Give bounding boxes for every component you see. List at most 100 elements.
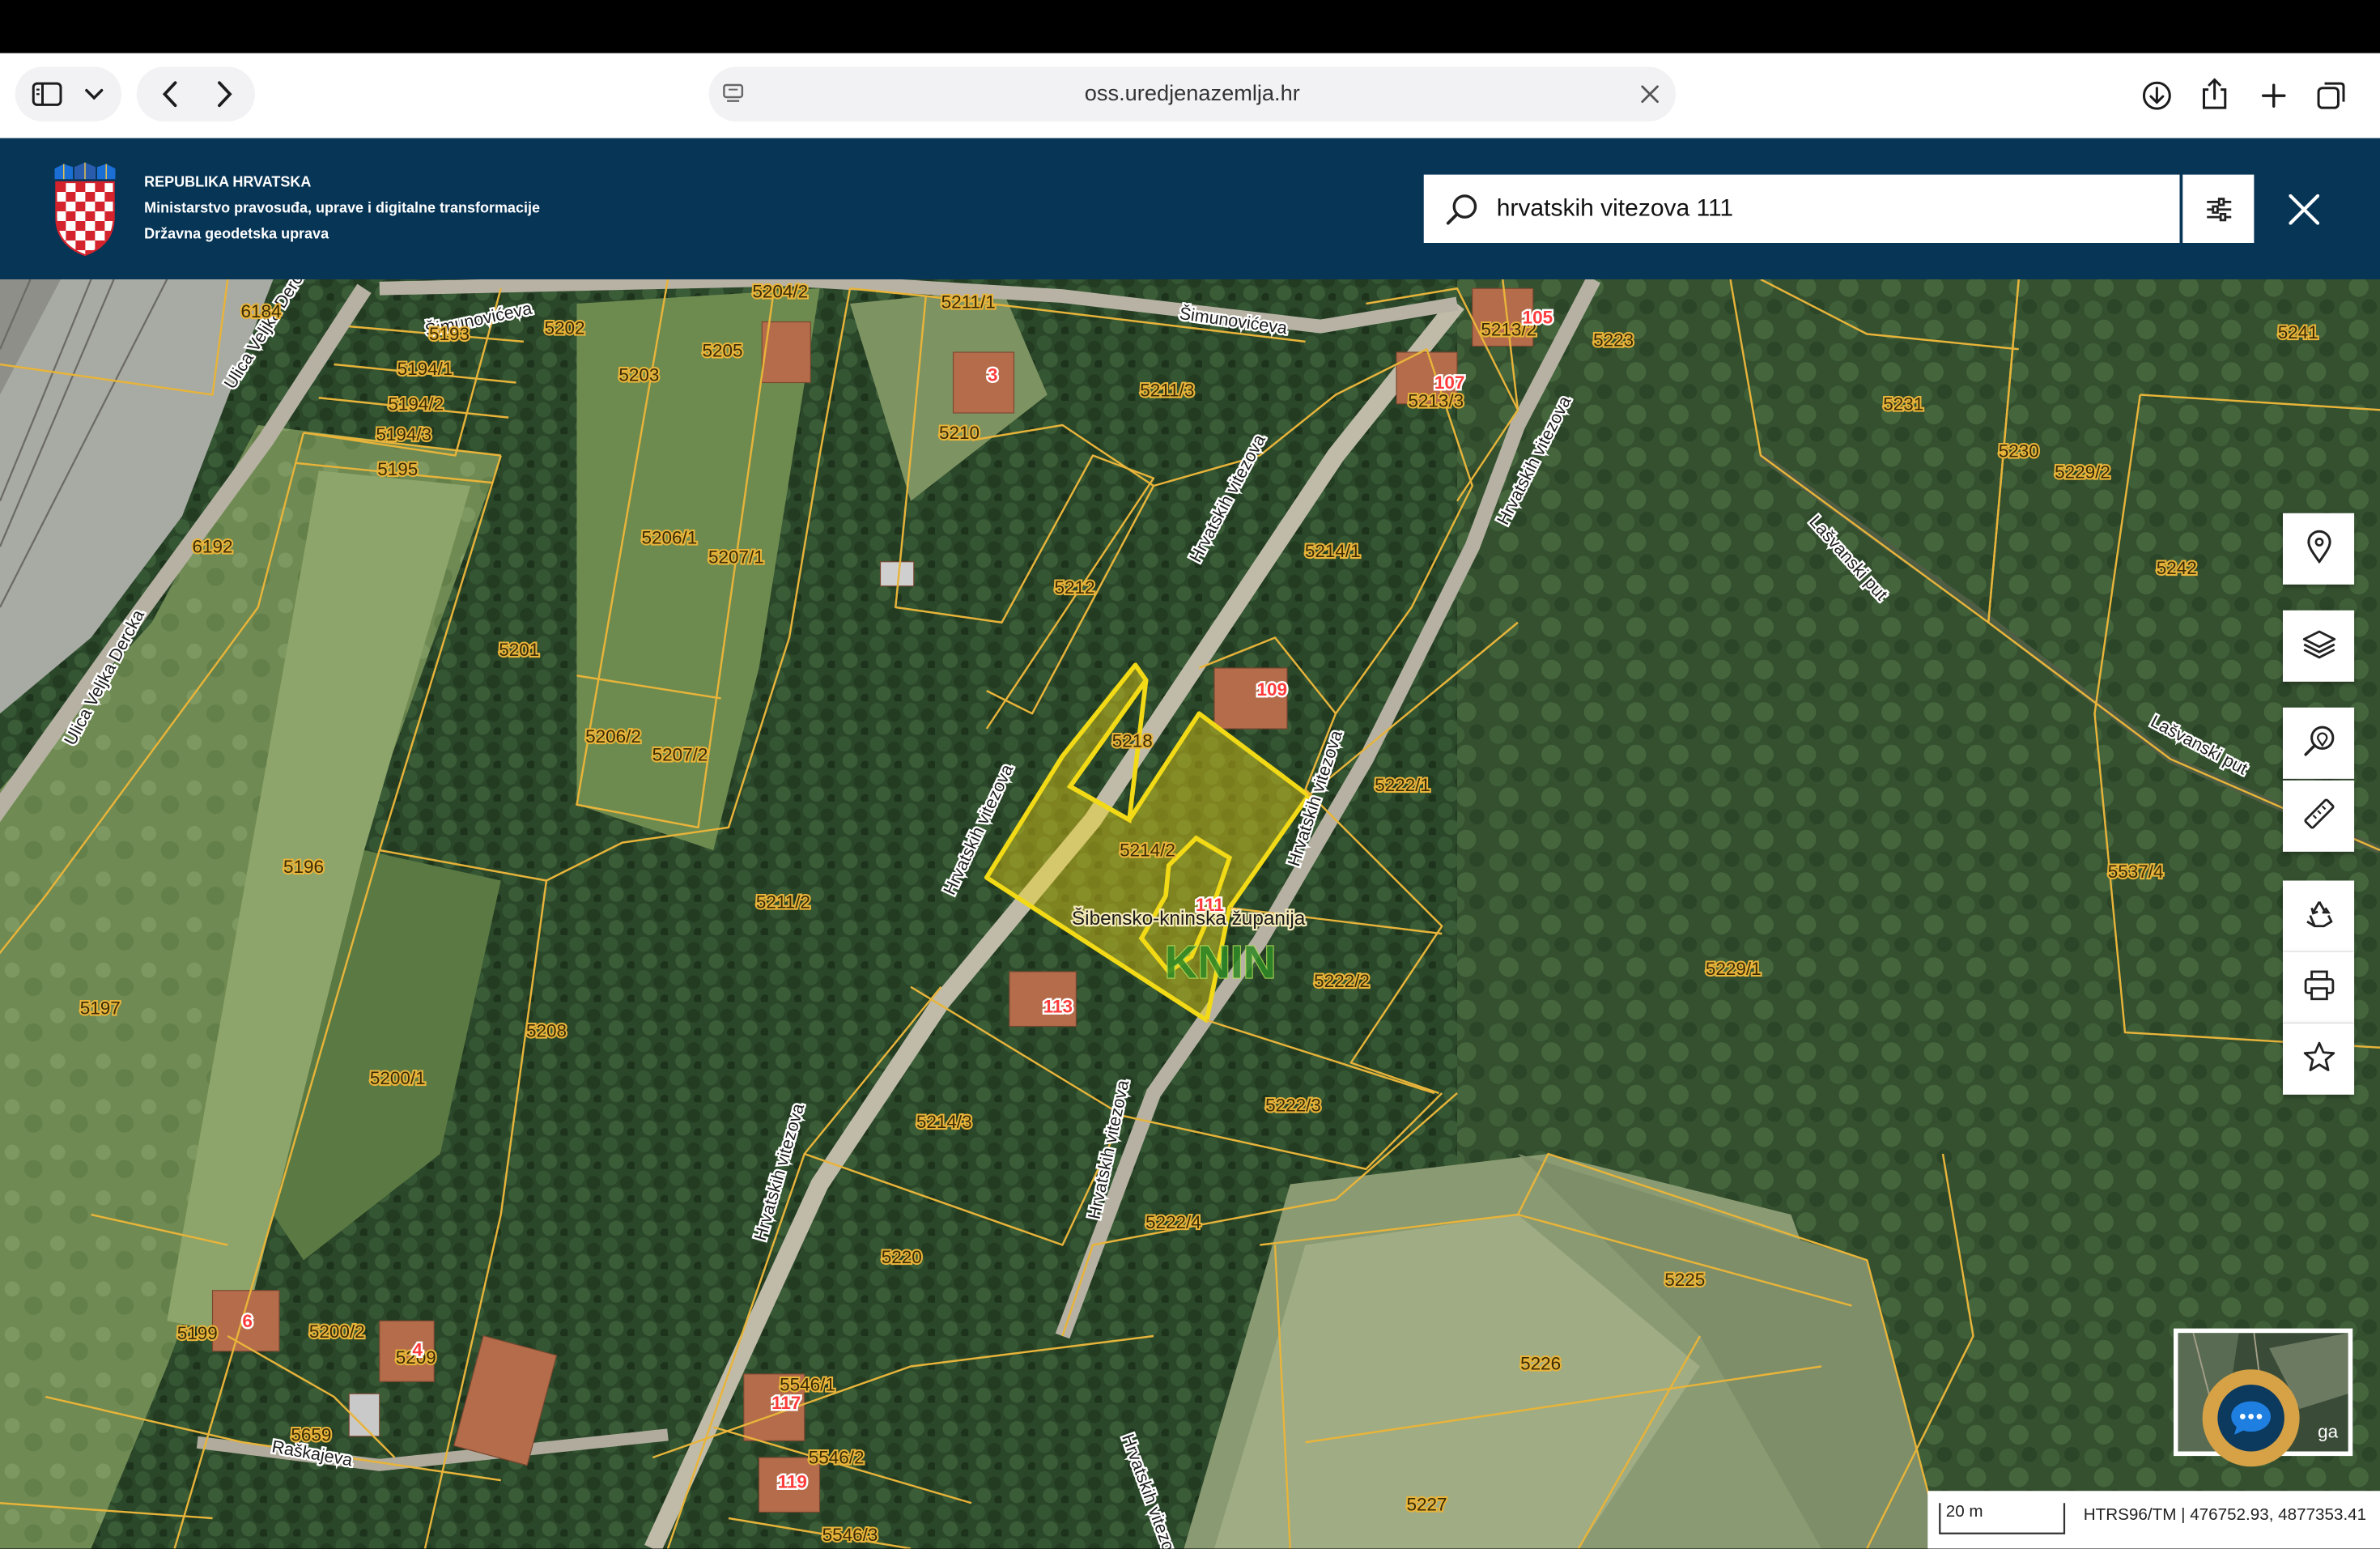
parcel-number-label[interactable]: 5206/1 <box>641 527 697 547</box>
parcel-number-label[interactable]: 5546/3 <box>822 1525 878 1545</box>
parcel-number-label[interactable]: 5197 <box>80 998 121 1019</box>
parcel-number-label[interactable]: 5222/1 <box>1375 775 1430 795</box>
parcel-number-label[interactable]: 5193 <box>429 324 470 344</box>
forward-icon[interactable] <box>210 79 240 110</box>
address-search-input[interactable]: hrvatskih vitezova 111 <box>1424 175 2180 243</box>
ruler-icon <box>2301 796 2335 836</box>
parcel-number-label[interactable]: 5207/1 <box>708 547 764 568</box>
parcel-number-label[interactable]: 5194/3 <box>376 424 431 445</box>
sidebar-icon[interactable] <box>31 79 64 110</box>
parcel-number-label[interactable]: 5210 <box>939 423 980 443</box>
close-search-button[interactable] <box>2277 182 2332 237</box>
parcel-number-label[interactable]: 5242 <box>2157 558 2197 578</box>
parcel-number-label[interactable]: 5213/3 <box>1408 391 1464 411</box>
sidebar-toggle-group[interactable] <box>15 67 121 122</box>
parcel-number-label[interactable]: 5220 <box>882 1247 922 1267</box>
parcel-number-label[interactable]: 5203 <box>618 365 659 385</box>
parcel-number-label[interactable]: 5205 <box>702 341 742 361</box>
measure-button[interactable] <box>2283 781 2354 852</box>
clear-icon[interactable] <box>1638 82 1662 106</box>
parcel-number-label[interactable]: 5194/2 <box>388 394 444 414</box>
parcel-number-label[interactable]: 5225 <box>1664 1270 1705 1290</box>
house-number-label: 113 <box>1043 997 1073 1017</box>
parcel-number-label[interactable]: 5230 <box>1999 440 2039 461</box>
parcel-number-label[interactable]: 5537/4 <box>2108 862 2164 882</box>
house-number-label: 4 <box>412 1339 423 1360</box>
parcel-number-label[interactable]: 5214/3 <box>916 1112 972 1132</box>
parcel-number-label[interactable]: 5222/2 <box>1314 971 1370 991</box>
parcel-number-label[interactable]: 5546/2 <box>809 1448 865 1468</box>
status-bar <box>0 0 2380 53</box>
parcel-number-label[interactable]: 5200/1 <box>370 1068 426 1088</box>
parcel-number-label[interactable]: 5546/1 <box>780 1375 835 1395</box>
chevron-down-icon[interactable] <box>82 82 106 106</box>
print-button[interactable] <box>2283 952 2354 1023</box>
scale-and-coordinates: 20 m HTRS96/TM | 476752.93, 4877353.41 <box>1927 1491 2380 1548</box>
parcel-number-label[interactable]: 5211/3 <box>1140 380 1194 400</box>
chat-bubble-icon <box>2217 1385 2284 1452</box>
parcel-number-label[interactable]: 5201 <box>499 640 539 660</box>
parcel-number-label[interactable]: 6184 <box>240 301 281 321</box>
parcel-number-label[interactable]: 5211/2 <box>756 892 810 912</box>
print-icon <box>2301 968 2335 1007</box>
parcel-number-label[interactable]: 5200/2 <box>309 1321 365 1342</box>
county-label: Šibensko-kninska županija <box>1072 907 1306 930</box>
house-number-label: 107 <box>1434 372 1465 393</box>
filter-icon <box>2204 194 2235 225</box>
parcel-number-label[interactable]: 5214/2 <box>1120 840 1175 861</box>
parcel-number-label[interactable]: 5222/4 <box>1145 1212 1201 1232</box>
parcel-number-label[interactable]: 5211/1 <box>941 292 996 313</box>
parcel-number-label[interactable]: 5231 <box>1883 394 1923 414</box>
parcel-number-label[interactable]: 5195 <box>377 459 418 479</box>
chat-button[interactable] <box>2203 1369 2300 1466</box>
parcel-number-label[interactable]: 5222/3 <box>1265 1096 1321 1116</box>
parcel-number-label[interactable]: 5229/2 <box>2055 462 2110 483</box>
coordinate-readout: HTRS96/TM | 476752.93, 4877353.41 <box>2084 1506 2366 1525</box>
parcel-number-label[interactable]: 5226 <box>1520 1353 1561 1373</box>
basemap-label: ga <box>2318 1421 2338 1442</box>
parcel-number-label[interactable]: 5214/1 <box>1305 541 1361 561</box>
house-number-label: 109 <box>1256 679 1287 700</box>
parcel-number-label[interactable]: 5241 <box>2278 322 2318 343</box>
search-location-button[interactable] <box>2283 708 2354 779</box>
close-icon <box>2289 194 2320 225</box>
parcel-number-label[interactable]: 5204/2 <box>752 282 808 302</box>
parcel-number-label[interactable]: 6192 <box>192 537 232 557</box>
house-number-label: 105 <box>1523 307 1553 327</box>
location-pin-button[interactable] <box>2283 513 2354 585</box>
parcel-number-label[interactable]: 5212 <box>1054 577 1094 598</box>
parcel-number-label[interactable]: 5199 <box>177 1323 218 1343</box>
parcel-number-label[interactable]: 5202 <box>544 318 584 338</box>
address-bar[interactable]: oss.uredjenazemlja.hr <box>709 67 1676 122</box>
parcel-number-label[interactable]: 5229/1 <box>1706 959 1762 979</box>
filter-button[interactable] <box>2182 175 2254 243</box>
url-text[interactable]: oss.uredjenazemlja.hr <box>709 67 1676 122</box>
new-tab-icon[interactable] <box>2257 79 2290 113</box>
browser-toolbar: oss.uredjenazemlja.hr <box>0 53 2380 138</box>
search-query[interactable]: hrvatskih vitezova 111 <box>1497 175 1733 243</box>
recycle-button[interactable] <box>2283 881 2354 952</box>
house-number-label: 119 <box>778 1472 807 1492</box>
parcel-number-label[interactable]: 5207/2 <box>652 744 708 764</box>
cadastral-map[interactable]: ŠimunovićevaŠimunovićevaUlica Veljka Der… <box>0 279 2380 1549</box>
agency-name: Državna geodetska uprava <box>144 226 329 243</box>
parcel-number-label[interactable]: 5208 <box>526 1021 567 1041</box>
parcel-number-label[interactable]: 5194/1 <box>397 359 453 379</box>
parcel-number-label[interactable]: 5223 <box>1593 330 1634 351</box>
share-icon[interactable] <box>2198 76 2231 113</box>
download-icon[interactable] <box>2140 79 2174 113</box>
search-location-icon <box>2301 723 2335 763</box>
ministry-name: Ministarstvo pravosuđa, uprave i digital… <box>144 201 540 218</box>
parcel-number-label[interactable]: 5659 <box>291 1424 331 1445</box>
parcel-number-label[interactable]: 5206/2 <box>585 726 641 747</box>
favorite-button[interactable] <box>2283 1023 2354 1095</box>
house-number-label: 3 <box>988 365 998 385</box>
coat-of-arms-logo[interactable] <box>50 163 120 257</box>
parcel-number-label[interactable]: 5196 <box>283 857 324 877</box>
layers-icon <box>2301 628 2337 664</box>
layers-button[interactable] <box>2283 611 2354 682</box>
back-icon[interactable] <box>155 79 185 110</box>
tabs-icon[interactable] <box>2314 79 2348 113</box>
parcel-number-label[interactable]: 5227 <box>1406 1495 1447 1515</box>
parcel-number-label[interactable]: 5218 <box>1112 731 1153 751</box>
